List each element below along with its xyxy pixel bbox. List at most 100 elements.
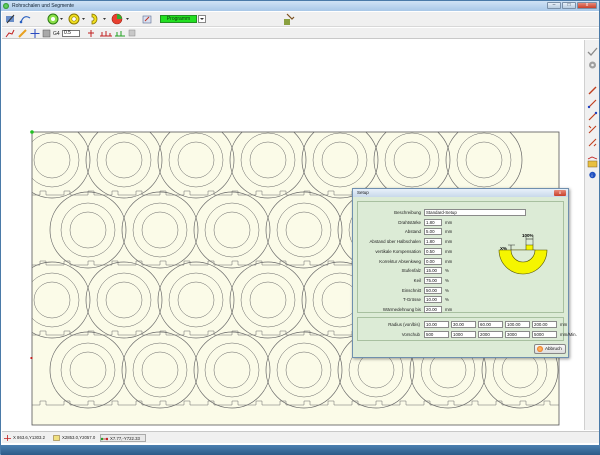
square-icon[interactable] [128,29,136,37]
lead-out-icon[interactable] [588,138,597,147]
drawing-icons [5,29,51,38]
app-window: Rohrschalen und Segmente – □ x Programm [0,0,600,455]
setup-unit: % [445,287,449,293]
radius-label: Radius (von/bis) [388,322,420,327]
half-shell-icon[interactable] [91,13,98,25]
pencil-icon[interactable] [18,29,27,38]
window-title: Rohrschalen und Segmente [12,3,74,9]
setup-unit: % [445,268,449,274]
cancel-icon [537,346,543,352]
ring-shape-icon[interactable] [68,13,80,25]
check-icon[interactable] [587,47,598,56]
setup-label: Abstand über Halbschalen [369,239,421,245]
segment-shape-icon[interactable] [111,13,123,25]
app-icon [3,3,9,9]
setup-field[interactable]: 0.00 [424,257,442,265]
window-controls: – □ x [547,2,597,9]
gear-icon[interactable] [589,61,596,69]
move-arrows-icon [101,437,108,441]
dialog-close-button[interactable]: x [554,190,566,196]
radius-unit: mm [560,322,568,327]
circle-shape-icon[interactable] [47,13,59,25]
cut-tool-icon[interactable] [588,111,598,121]
tools-icon[interactable] [282,13,296,27]
setup-field[interactable]: 1.80 [424,238,442,246]
status-offset-text: X7.77,-Y722.33 [110,436,140,441]
dropdown-arrow-icon[interactable] [126,18,129,20]
program-button[interactable]: Programm [160,15,197,23]
status-size-text: X2853.0,Y2057.0 [62,435,96,440]
origin-marker [30,130,34,134]
export-icon[interactable] [142,15,152,24]
setup-label: Wärmedehnung bis [382,307,421,312]
right-toolbar: i [584,40,599,430]
setup-field[interactable]: 5.00 [424,228,442,236]
maximize-button[interactable]: □ [562,2,576,9]
setup-label: Einschnitt [401,287,421,293]
node-tool-icon[interactable] [587,99,597,109]
setup-label: Keil [413,277,421,283]
setup-field[interactable]: 20.00 [424,306,442,313]
status-bar: X 863.6,Y1303.2 X2853.0,Y2057.0 X7.77,-Y… [2,431,599,443]
close-button[interactable]: x [577,2,597,9]
setup-unit: mm [445,307,453,312]
distribute-green-icon[interactable] [115,31,125,37]
polyline-icon[interactable] [5,29,15,38]
setup-unit: mm [445,258,453,264]
setup-field[interactable]: 1.80 [424,218,442,226]
curve-arrow-icon[interactable] [19,16,31,24]
info-icon[interactable]: i [589,171,596,179]
diagram-side-label: X% [500,246,507,251]
feed-unit: mm/Min. [560,332,577,337]
align-icons [88,29,136,37]
setup-label: T-Grösse [402,297,421,303]
setup-field[interactable]: 75.00 [424,276,442,284]
radius-field[interactable]: 30.00 [451,321,476,328]
dialog-title: Setup [353,189,568,197]
wand-icon[interactable] [6,14,15,24]
grid-icon[interactable] [42,29,51,38]
dropdown-arrow-icon[interactable] [82,18,85,20]
status-cursor-text: X 863.6,Y1303.2 [13,435,46,440]
setup-unit: mm [445,239,453,245]
toolbar-icons [6,13,152,25]
align-red-icon[interactable] [88,30,94,37]
crosshair-icon[interactable] [30,29,40,38]
setup-field[interactable]: Standard-Setup [424,209,526,216]
pen-tool-icon[interactable] [588,86,597,95]
lead-in-icon[interactable] [588,125,597,134]
right-tool-icons: i [587,47,598,179]
minimize-button[interactable]: – [547,2,561,9]
status-size-coord: X2853.0,Y2057.0 [53,434,97,442]
setup-field[interactable]: 10.00 [424,296,442,304]
feed-field[interactable]: 3000 [505,331,530,338]
sheet-icon [53,435,60,441]
distribute-icon[interactable] [100,31,112,37]
half-shell-diagram: 100% X% [498,233,548,275]
setup-label: Abstand [404,229,421,235]
main-toolbar: Programm [2,12,599,27]
radius-field[interactable]: 60.00 [478,321,503,328]
setup-label: vertikale Kompensation [375,248,421,254]
cancel-button[interactable]: Abbruch [534,344,566,354]
feed-field[interactable]: 5000 [532,331,557,338]
feed-field[interactable]: 2000 [478,331,503,338]
setup-dialog: Setup x Beschreibung Standard-Setup Drahts… [352,188,577,358]
setup-field[interactable]: 15.00 [424,267,442,275]
dropdown-arrow-icon[interactable] [103,18,106,20]
program-dropdown-button[interactable] [198,15,206,23]
dropdown-arrow-icon[interactable] [60,18,63,20]
setup-field[interactable]: 50.00 [424,286,442,294]
feed-field[interactable]: 1000 [451,331,476,338]
g4-select[interactable]: 0.5 [62,30,80,37]
layers-icon[interactable] [587,156,598,168]
diagram-top-label: 100% [522,233,534,238]
start-point-marker [30,357,33,359]
setup-label: Stufenfalz [401,268,421,274]
setup-field[interactable]: 0.50 [424,247,442,255]
feed-field[interactable]: 500 [424,331,449,338]
radius-field[interactable]: 200.00 [532,321,557,328]
setup-unit: % [445,277,449,283]
radius-field[interactable]: 10.00 [424,321,449,328]
radius-field[interactable]: 100.00 [505,321,530,328]
